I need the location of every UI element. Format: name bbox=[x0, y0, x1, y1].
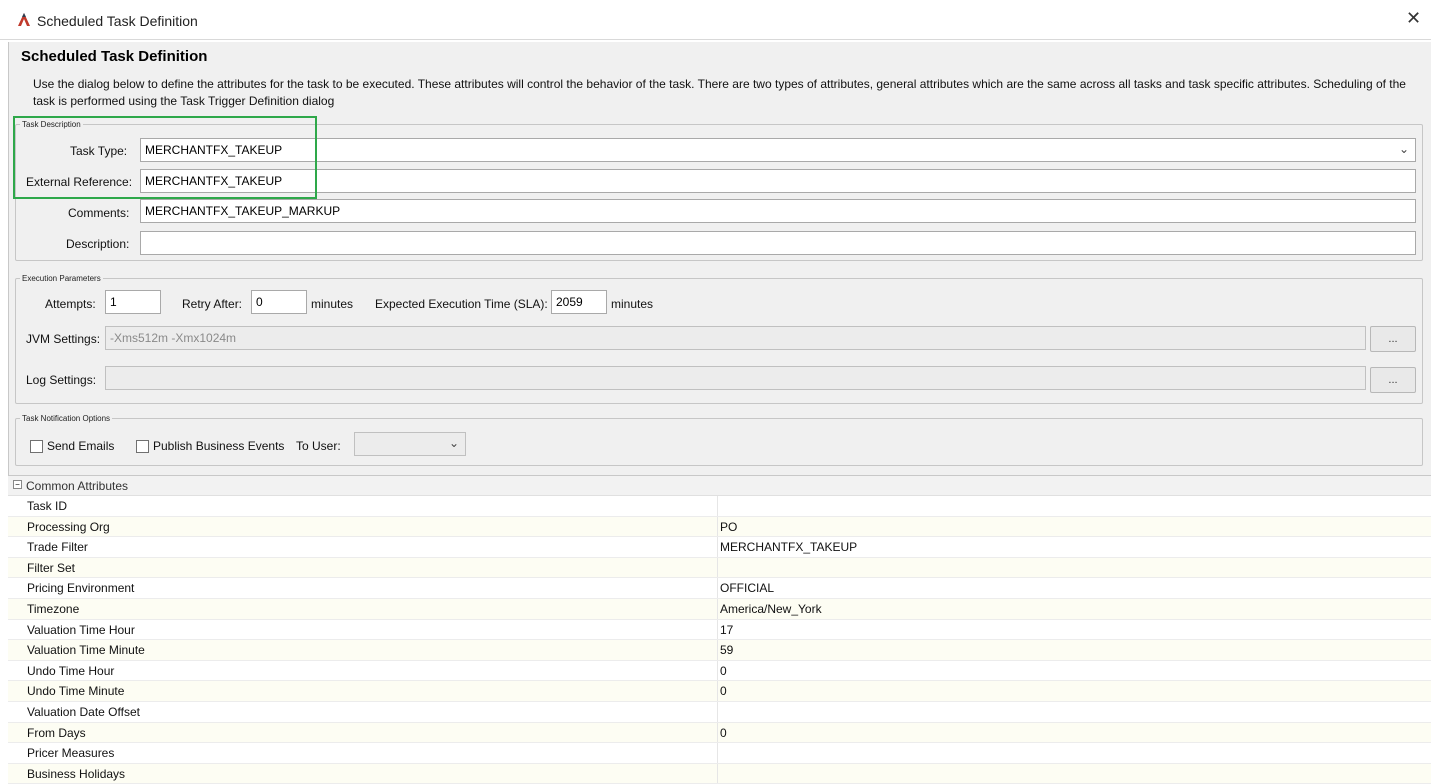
column-divider bbox=[717, 660, 718, 681]
task-type-label: Task Type: bbox=[70, 144, 128, 158]
table-row[interactable]: Undo Time Minute 0 bbox=[8, 681, 1431, 702]
attempts-field[interactable]: 1 bbox=[105, 290, 161, 314]
table-row[interactable]: Valuation Time Hour 17 bbox=[8, 619, 1431, 641]
table-row[interactable]: Processing Org PO bbox=[8, 516, 1431, 538]
common-attributes-header[interactable]: − Common Attributes bbox=[8, 476, 1431, 496]
jvm-settings-label: JVM Settings: bbox=[26, 332, 101, 346]
column-divider bbox=[717, 702, 718, 722]
app-logo-icon bbox=[18, 13, 30, 26]
attribute-value[interactable]: 59 bbox=[720, 643, 733, 657]
task-type-value: MERCHANTFX_TAKEUP bbox=[145, 143, 283, 157]
jvm-settings-browse-button[interactable]: ... bbox=[1370, 326, 1416, 352]
retry-after-label: Retry After: bbox=[182, 297, 243, 311]
attribute-value[interactable]: 17 bbox=[720, 623, 733, 637]
retry-after-field[interactable]: 0 bbox=[251, 290, 307, 314]
chevron-down-icon[interactable]: ⌄ bbox=[1399, 142, 1409, 156]
common-attributes-panel: − Common Attributes Task ID Processing Or… bbox=[8, 475, 1431, 784]
dialog-title: Scheduled Task Definition bbox=[21, 48, 208, 65]
attribute-name: Pricing Environment bbox=[27, 581, 135, 596]
attribute-name: Timezone bbox=[27, 602, 80, 616]
table-row[interactable]: Task ID bbox=[8, 496, 1431, 517]
send-emails-label: Send Emails bbox=[47, 439, 115, 453]
common-attributes-title: Common Attributes bbox=[26, 479, 129, 493]
sla-minutes-label: minutes bbox=[611, 297, 654, 311]
chevron-down-icon[interactable]: ⌄ bbox=[449, 436, 459, 450]
attribute-name: Filter Set bbox=[27, 560, 76, 575]
column-divider bbox=[717, 599, 718, 619]
column-divider bbox=[717, 743, 718, 763]
attribute-name: Trade Filter bbox=[27, 540, 88, 555]
log-settings-browse-button[interactable]: ... bbox=[1370, 367, 1416, 393]
column-divider bbox=[717, 681, 718, 701]
publish-business-events-checkbox[interactable] bbox=[136, 440, 149, 453]
attribute-value[interactable]: 0 bbox=[720, 684, 727, 698]
attribute-name: Valuation Time Hour bbox=[27, 622, 135, 637]
window-titlebar: Scheduled Task Definition ✕ bbox=[0, 0, 1431, 40]
column-divider bbox=[717, 496, 718, 516]
send-emails-checkbox[interactable] bbox=[30, 440, 43, 453]
column-divider bbox=[717, 763, 718, 784]
to-user-combo[interactable]: ⌄ bbox=[354, 432, 466, 456]
collapse-icon[interactable]: − bbox=[13, 480, 22, 489]
attribute-value[interactable]: 0 bbox=[720, 726, 727, 740]
column-divider bbox=[717, 537, 718, 557]
table-row[interactable]: From Days 0 bbox=[8, 722, 1431, 744]
table-row[interactable]: Timezone America/New_York bbox=[8, 599, 1431, 620]
column-divider bbox=[717, 516, 718, 537]
attribute-name: Business Holidays bbox=[27, 766, 126, 781]
attribute-name: Processing Org bbox=[27, 519, 110, 534]
sla-label: Expected Execution Time (SLA): bbox=[375, 297, 548, 311]
table-row[interactable]: Valuation Time Minute 59 bbox=[8, 640, 1431, 661]
window-title: Scheduled Task Definition bbox=[37, 13, 198, 29]
task-type-combo[interactable]: MERCHANTFX_TAKEUP ⌄ bbox=[140, 138, 1416, 162]
comments-field[interactable]: MERCHANTFX_TAKEUP_MARKUP bbox=[140, 199, 1416, 223]
table-row[interactable]: Valuation Date Offset bbox=[8, 702, 1431, 723]
column-divider bbox=[717, 557, 718, 578]
column-divider bbox=[717, 619, 718, 640]
notification-options-legend: Task Notification Options bbox=[22, 414, 111, 423]
log-settings-label: Log Settings: bbox=[26, 373, 97, 387]
attribute-name: Undo Time Hour bbox=[27, 663, 115, 678]
close-icon[interactable]: ✕ bbox=[1406, 8, 1421, 29]
table-row[interactable]: Filter Set bbox=[8, 557, 1431, 579]
attribute-value[interactable]: PO bbox=[720, 520, 737, 534]
attribute-name: Undo Time Minute bbox=[27, 684, 125, 699]
execution-parameters-legend: Execution Parameters bbox=[22, 274, 101, 283]
description-label: Description: bbox=[66, 237, 130, 251]
jvm-settings-field[interactable]: -Xms512m -Xmx1024m bbox=[105, 326, 1366, 350]
retry-minutes-label: minutes bbox=[311, 297, 354, 311]
comments-label: Comments: bbox=[68, 206, 130, 220]
column-divider bbox=[717, 578, 718, 598]
attribute-name: From Days bbox=[27, 725, 86, 740]
table-row[interactable]: Undo Time Hour 0 bbox=[8, 660, 1431, 682]
to-user-label: To User: bbox=[296, 439, 341, 453]
log-settings-field[interactable] bbox=[105, 366, 1366, 390]
attribute-value[interactable]: 0 bbox=[720, 664, 727, 678]
column-divider bbox=[717, 640, 718, 660]
attribute-value[interactable]: MERCHANTFX_TAKEUP bbox=[720, 540, 857, 554]
external-reference-label: External Reference: bbox=[26, 175, 133, 189]
publish-business-events-label: Publish Business Events bbox=[153, 439, 285, 453]
attribute-name: Task ID bbox=[27, 499, 68, 513]
attribute-rows: Task ID Processing Org PO Trade Filter MERCH… bbox=[8, 496, 1431, 784]
attribute-name: Valuation Time Minute bbox=[27, 643, 145, 658]
dialog-description: Use the dialog below to define the attri… bbox=[33, 77, 1406, 108]
sla-field[interactable]: 2059 bbox=[551, 290, 607, 314]
attribute-value[interactable]: OFFICIAL bbox=[720, 581, 774, 595]
table-row[interactable]: Pricing Environment OFFICIAL bbox=[8, 578, 1431, 599]
attribute-name: Pricer Measures bbox=[27, 746, 115, 761]
description-field[interactable] bbox=[140, 231, 1416, 255]
column-divider bbox=[717, 722, 718, 743]
attribute-value[interactable]: America/New_York bbox=[720, 602, 822, 616]
task-description-legend: Task Description bbox=[22, 120, 81, 129]
table-row[interactable]: Pricer Measures bbox=[8, 743, 1431, 764]
table-row[interactable]: Trade Filter MERCHANTFX_TAKEUP bbox=[8, 537, 1431, 558]
attempts-label: Attempts: bbox=[45, 297, 96, 311]
external-reference-field[interactable]: MERCHANTFX_TAKEUP bbox=[140, 169, 1416, 193]
attribute-name: Valuation Date Offset bbox=[27, 705, 140, 719]
